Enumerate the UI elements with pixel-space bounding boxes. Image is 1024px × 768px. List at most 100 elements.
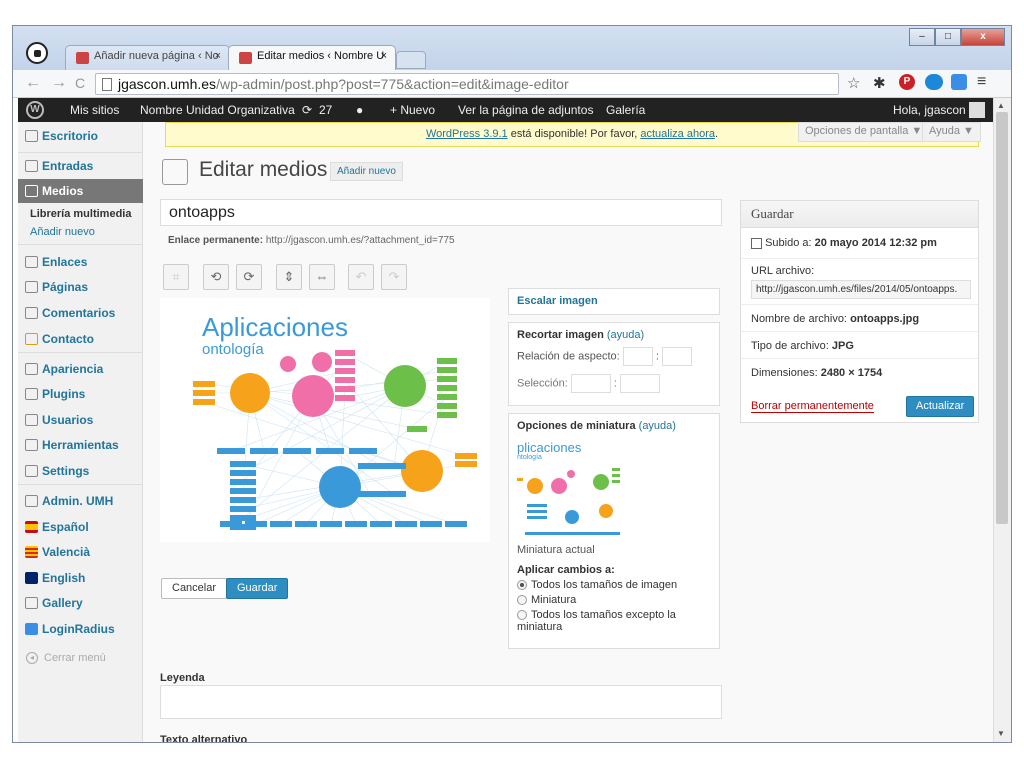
screen-options-button[interactable]: Opciones de pantalla ▼: [798, 122, 930, 142]
caption-textarea[interactable]: [160, 685, 722, 719]
update-now-link[interactable]: actualiza ahora: [640, 128, 715, 140]
admin-bar-site-name[interactable]: Nombre Unidad Organizativa: [140, 103, 295, 117]
filetype-row: Tipo de archivo: JPG: [741, 332, 978, 359]
back-icon[interactable]: ←: [25, 74, 41, 92]
sidebar-item-valencia[interactable]: Valencià: [18, 540, 143, 564]
tab-close-icon[interactable]: ×: [381, 50, 387, 62]
sidebar-item-admin-umh[interactable]: Admin. UMH: [18, 489, 143, 513]
uploaded-date: 20 mayo 2014 12:32 pm: [814, 237, 937, 249]
infographic-box: [335, 386, 355, 392]
help-button[interactable]: Ayuda ▼: [922, 122, 981, 142]
radio-icon[interactable]: [517, 610, 527, 621]
minimize-button[interactable]: –: [909, 28, 935, 46]
radio-selected-icon[interactable]: [517, 580, 527, 591]
wordpress-version-link[interactable]: WordPress 3.9.1: [426, 128, 508, 140]
delete-permanently-link[interactable]: Borrar permanentemente: [751, 400, 874, 413]
redo-icon[interactable]: ↷: [381, 264, 407, 290]
selection-height-input[interactable]: [620, 374, 661, 393]
comment-icon: [25, 307, 38, 319]
rotate-right-icon[interactable]: ⟳: [236, 264, 262, 290]
add-new-button[interactable]: Añadir nuevo: [330, 162, 403, 181]
sidebar-item-settings[interactable]: Settings: [18, 459, 143, 483]
image-preview[interactable]: Aplicaciones ontología: [160, 298, 490, 542]
cancel-button[interactable]: Cancelar: [161, 578, 228, 599]
sidebar-item-enlaces[interactable]: Enlaces: [18, 250, 143, 274]
selection-width-input[interactable]: [570, 374, 611, 393]
save-image-button[interactable]: Guardar: [226, 578, 289, 599]
address-bar: ← → C jgascon.umh.es/wp-admin/post.php?p…: [13, 70, 1011, 98]
infographic-box: [345, 521, 367, 527]
rotate-left-icon[interactable]: ⟲: [203, 264, 229, 290]
media-title-input[interactable]: ontoapps: [160, 199, 722, 226]
sidebar-item-entradas[interactable]: Entradas: [18, 154, 143, 178]
flip-vertical-icon[interactable]: ⇕: [276, 264, 302, 290]
sidebar-item-english[interactable]: English: [18, 566, 143, 590]
scroll-down-icon[interactable]: ▼: [997, 729, 1005, 738]
radio-option-thumbnail[interactable]: Miniatura: [517, 594, 711, 606]
file-url-field[interactable]: http://jgascon.umh.es/files/2014/05/onto…: [751, 280, 971, 299]
undo-icon[interactable]: ↶: [348, 264, 374, 290]
reload-icon[interactable]: C: [75, 75, 85, 91]
radio-option-except-thumbnail[interactable]: Todos los tamaños excepto la miniatura: [517, 609, 711, 633]
sidebar-item-medios[interactable]: Medios: [18, 179, 152, 203]
updates-icon[interactable]: ⟳: [302, 103, 312, 117]
extension-bug-icon[interactable]: ✱: [873, 74, 886, 92]
new-tab-button[interactable]: [396, 51, 426, 69]
sidebar-item-herramientas[interactable]: Herramientas: [18, 433, 143, 457]
tab-edit-media[interactable]: Editar medios ‹ Nombre U ×: [228, 45, 396, 70]
pinterest-icon[interactable]: P: [899, 74, 915, 90]
scale-panel[interactable]: Escalar imagen: [508, 288, 720, 315]
tab-close-icon[interactable]: ×: [215, 50, 221, 62]
update-button[interactable]: Actualizar: [906, 396, 975, 417]
sidebar-item-apariencia[interactable]: Apariencia: [18, 357, 143, 381]
sidebar-item-contacto[interactable]: Contacto: [18, 327, 143, 351]
bookmark-star-icon[interactable]: ☆: [847, 74, 860, 92]
admin-bar-view-attachment[interactable]: Ver la página de adjuntos: [458, 103, 593, 117]
avatar[interactable]: [969, 102, 985, 118]
admin-bar-gallery[interactable]: Galería: [606, 103, 645, 117]
sidebar-item-usuarios[interactable]: Usuarios: [18, 408, 143, 432]
flip-horizontal-icon[interactable]: ⇔: [309, 264, 335, 290]
sidebar-item-label: Admin. UMH: [42, 494, 114, 508]
maximize-button[interactable]: □: [935, 28, 961, 46]
profile-ball-icon[interactable]: [26, 42, 48, 64]
sidebar-item-paginas[interactable]: Páginas: [18, 275, 143, 299]
extension-cloud-icon[interactable]: [925, 74, 943, 90]
radio-icon[interactable]: [517, 595, 527, 606]
comments-icon[interactable]: ●: [356, 103, 363, 117]
close-window-button[interactable]: x: [961, 28, 1005, 46]
aspect-width-input[interactable]: [622, 347, 653, 366]
submenu-add-new[interactable]: Añadir nuevo: [18, 226, 95, 238]
sidebar-item-loginradius[interactable]: LoginRadius: [18, 617, 143, 641]
menu-separator: [18, 484, 143, 485]
scroll-up-icon[interactable]: ▲: [997, 101, 1005, 110]
appearance-icon: [25, 363, 38, 375]
sidebar-item-gallery[interactable]: Gallery: [18, 591, 143, 615]
collapse-menu-button[interactable]: ◂ Cerrar menú: [18, 652, 143, 664]
menu-icon[interactable]: ≡: [977, 73, 986, 91]
admin-bar-my-sites[interactable]: Mis sitios: [70, 103, 119, 117]
wordpress-logo-icon[interactable]: W: [26, 101, 44, 119]
sidebar-item-comentarios[interactable]: Comentarios: [18, 301, 143, 325]
scale-heading[interactable]: Escalar imagen: [517, 295, 598, 307]
sidebar-item-escritorio[interactable]: Escritorio: [18, 124, 143, 148]
admin-bar-new[interactable]: + Nuevo: [390, 103, 435, 117]
admin-bar-greeting[interactable]: Hola, jgascon: [893, 103, 966, 117]
crop-help-link[interactable]: (ayuda): [607, 329, 644, 341]
submenu-library[interactable]: Librería multimedia: [18, 208, 131, 220]
permalink-url[interactable]: http://jgascon.umh.es/?attachment_id=775: [266, 235, 455, 246]
contact-icon: [25, 333, 38, 345]
extension-drive-icon[interactable]: [951, 74, 967, 90]
scrollbar-thumb[interactable]: [996, 112, 1008, 524]
tab-add-page[interactable]: Añadir nueva página ‹ No ×: [65, 45, 230, 70]
url-input[interactable]: jgascon.umh.es/wp-admin/post.php?post=77…: [95, 73, 839, 95]
crop-icon[interactable]: ⌗: [163, 264, 189, 290]
sidebar-item-plugins[interactable]: Plugins: [18, 382, 143, 406]
thumb-bubble: [593, 474, 609, 490]
radio-option-all[interactable]: Todos los tamaños de imagen: [517, 579, 711, 591]
sidebar-item-espanol[interactable]: Español: [18, 515, 143, 539]
admin-bar-updates-count[interactable]: 27: [319, 103, 332, 117]
aspect-height-input[interactable]: [661, 347, 692, 366]
forward-icon[interactable]: →: [51, 74, 67, 92]
thumb-help-link[interactable]: (ayuda): [639, 420, 676, 432]
